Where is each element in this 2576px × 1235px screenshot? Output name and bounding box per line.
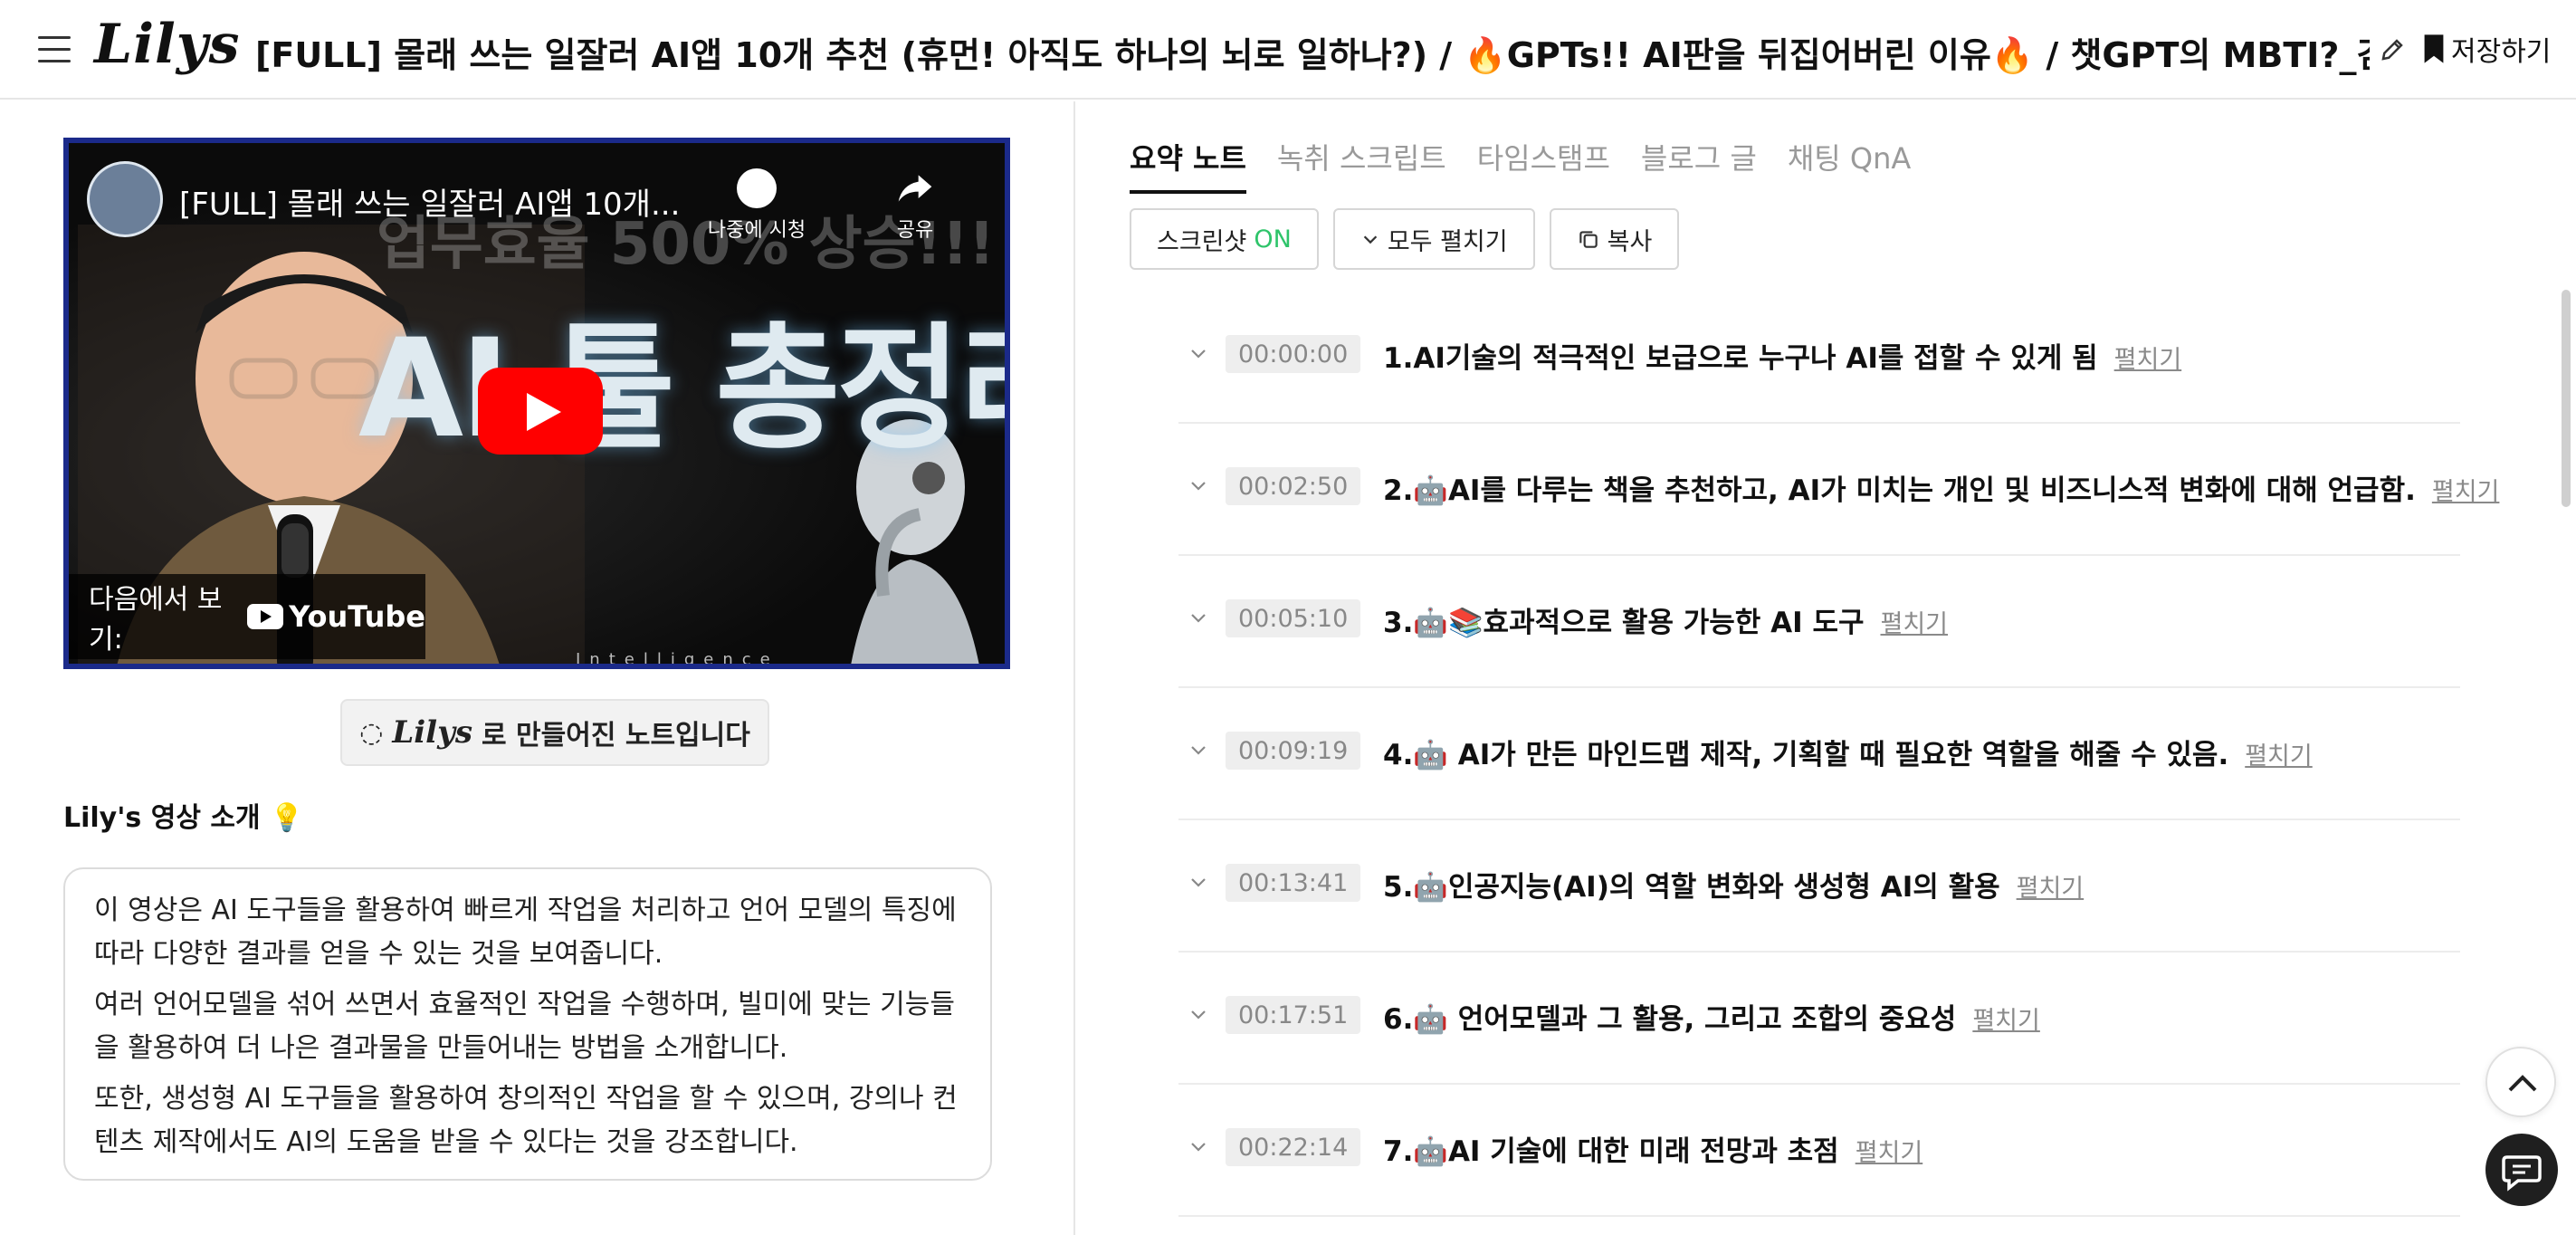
- intro-paragraph: 또한, 생성형 AI 도구들을 활용하여 창의적인 작업을 할 수 있으며, 강…: [94, 1083, 958, 1158]
- youtube-logo: YouTube: [247, 599, 425, 634]
- chat-button[interactable]: [2485, 1134, 2558, 1206]
- section-title-text: 3.🤖📚효과적으로 활용 가능한 AI 도구: [1383, 607, 1865, 639]
- summary-section[interactable]: 00:22:14 7.🤖AI 기술에 대한 미래 전망과 초점 펼치기: [1178, 1085, 2460, 1217]
- bookmark-icon: [2424, 34, 2444, 63]
- intro-box: 이 영상은 AI 도구들을 활용하여 빠르게 작업을 처리하고 언어 모델의 특…: [63, 867, 992, 1181]
- summary-section[interactable]: 00:17:51 6.🤖 언어모델과 그 활용, 그리고 조합의 중요성 펼치기: [1178, 953, 2460, 1085]
- section-title: 1.AI기술의 적극적인 보급으로 누구나 AI를 접할 수 있게 됨 펼치기: [1383, 335, 2181, 376]
- watch-on-youtube[interactable]: 다음에서 보기: YouTube: [69, 574, 425, 659]
- section-timestamp[interactable]: 00:22:14: [1226, 1128, 1361, 1166]
- watch-later-label: 나중에 시청: [707, 219, 806, 242]
- summary-section[interactable]: 00:05:10 3.🤖📚효과적으로 활용 가능한 AI 도구 펼치기: [1178, 556, 2460, 688]
- panel-divider: [1073, 101, 1075, 1235]
- tab-chat-qna[interactable]: 채팅 QnA: [1788, 136, 1911, 194]
- youtube-play-icon: [247, 604, 284, 629]
- chevron-down-icon[interactable]: [1188, 1135, 1209, 1157]
- chevron-down-icon[interactable]: [1188, 342, 1209, 364]
- badge-text: 로 만들어진 노트입니다: [481, 720, 750, 752]
- copy-label: 복사: [1607, 227, 1653, 256]
- video-title[interactable]: [FULL] 몰래 쓰는 일잘러 AI앱 10개...: [179, 179, 680, 224]
- section-expand-link[interactable]: 펼치기: [1972, 1007, 2040, 1035]
- tab-transcript[interactable]: 녹취 스크립트: [1277, 136, 1446, 194]
- section-expand-link[interactable]: 펼치기: [2017, 875, 2085, 903]
- chat-icon: [2502, 1155, 2542, 1192]
- made-with-lilys-badge[interactable]: ◌ Lilys 로 만들어진 노트입니다: [340, 699, 769, 766]
- section-title-text: 7.🤖AI 기술에 대한 미래 전망과 초점: [1383, 1135, 1839, 1168]
- note-tabs: 요약 노트 녹취 스크립트 타임스탬프 블로그 글 채팅 QnA: [1130, 136, 1942, 194]
- youtube-player[interactable]: 업무효율 500% 상승!!! AI 툴 총정리 Intelligence [F…: [63, 138, 1010, 669]
- chevron-down-icon: [1363, 235, 1378, 244]
- watch-on-label: 다음에서 보기:: [89, 584, 223, 656]
- chevron-down-icon[interactable]: [1188, 739, 1209, 761]
- chevron-down-icon[interactable]: [1188, 607, 1209, 628]
- chevron-down-icon[interactable]: [1188, 1003, 1209, 1025]
- watch-later-button[interactable]: 나중에 시청: [702, 168, 811, 243]
- section-title-text: 6.🤖 언어모델과 그 활용, 그리고 조합의 중요성: [1383, 1003, 1957, 1036]
- section-title-text: 5.🤖인공지능(AI)의 역할 변화와 생성형 AI의 활용: [1383, 871, 2000, 904]
- chevron-down-icon[interactable]: [1188, 474, 1209, 496]
- section-title: 2.🤖AI를 다루는 책을 추천하고, AI가 미치는 개인 및 비즈니스적 변…: [1383, 467, 2499, 508]
- screenshot-state: ON: [1254, 225, 1292, 254]
- intro-paragraph: 여러 언어모델을 섞어 쓰면서 효율적인 작업을 수행하며, 빌미에 맞는 기능…: [94, 989, 955, 1064]
- summary-section[interactable]: 00:00:00 1.AI기술의 적극적인 보급으로 누구나 AI를 접할 수 있…: [1178, 292, 2460, 424]
- summary-section[interactable]: 00:13:41 5.🤖인공지능(AI)의 역할 변화와 생성형 AI의 활용 펼치…: [1178, 820, 2460, 953]
- top-header: Lilys [FULL] 몰래 쓰는 일잘러 AI앱 10개 추천 (휴먼! 아…: [0, 0, 2576, 100]
- intro-heading: Lily's 영상 소개 💡: [63, 802, 304, 834]
- clock-icon: [737, 168, 777, 208]
- scroll-top-button[interactable]: [2485, 1047, 2556, 1117]
- badge-check-icon: ◌: [359, 716, 384, 749]
- tab-summary[interactable]: 요약 노트: [1130, 136, 1246, 194]
- note-toolbar: 스크린샷 ON 모두 펼치기 복사: [1130, 208, 1680, 270]
- channel-avatar[interactable]: [87, 161, 163, 237]
- section-timestamp[interactable]: 00:00:00: [1226, 335, 1361, 373]
- thumbnail-main-text: AI 툴 총정리: [358, 311, 1010, 468]
- screenshot-toggle[interactable]: 스크린샷 ON: [1130, 208, 1319, 270]
- share-label: 공유: [896, 219, 934, 242]
- copy-button[interactable]: 복사: [1549, 208, 1680, 270]
- section-timestamp[interactable]: 00:17:51: [1226, 996, 1361, 1034]
- section-expand-link[interactable]: 펼치기: [2114, 346, 2182, 374]
- section-expand-link[interactable]: 펼치기: [2245, 742, 2313, 771]
- section-title-text: 4.🤖 AI가 만든 마인드맵 제작, 기획할 때 필요한 역할을 해줄 수 있…: [1383, 739, 2229, 771]
- expand-all-label: 모두 펼치기: [1387, 227, 1508, 256]
- tab-blog[interactable]: 블로그 글: [1641, 136, 1757, 194]
- section-timestamp[interactable]: 00:09:19: [1226, 732, 1361, 770]
- chevron-up-icon: [2508, 1075, 2537, 1092]
- summary-section[interactable]: 00:09:19 4.🤖 AI가 만든 마인드맵 제작, 기획할 때 필요한 역할…: [1178, 688, 2460, 820]
- section-title: 6.🤖 언어모델과 그 활용, 그리고 조합의 중요성 펼치기: [1383, 996, 2040, 1037]
- scrollbar[interactable]: [2562, 290, 2571, 507]
- copy-icon: [1579, 231, 1598, 248]
- save-label: 저장하기: [2451, 36, 2552, 68]
- section-expand-link[interactable]: 펼치기: [1880, 610, 1948, 638]
- section-timestamp[interactable]: 00:02:50: [1226, 467, 1361, 505]
- section-title: 4.🤖 AI가 만든 마인드맵 제작, 기획할 때 필요한 역할을 해줄 수 있…: [1383, 732, 2313, 772]
- share-icon: [898, 175, 932, 202]
- chevron-down-icon[interactable]: [1188, 871, 1209, 893]
- section-title: 7.🤖AI 기술에 대한 미래 전망과 초점 펼치기: [1383, 1128, 1922, 1169]
- menu-icon[interactable]: [38, 36, 71, 63]
- left-panel: 업무효율 500% 상승!!! AI 툴 총정리 Intelligence [F…: [0, 101, 1073, 1235]
- section-title-text: 2.🤖AI를 다루는 책을 추천하고, AI가 미치는 개인 및 비즈니스적 변…: [1383, 474, 2416, 507]
- share-button[interactable]: 공유: [874, 168, 956, 243]
- section-expand-link[interactable]: 펼치기: [2432, 478, 2500, 506]
- thumbnail-caption: Intelligence: [576, 650, 779, 669]
- save-button[interactable]: 저장하기: [2422, 29, 2551, 69]
- tab-timestamp[interactable]: 타임스탬프: [1477, 136, 1610, 194]
- page-title: [FULL] 몰래 쓰는 일잘러 AI앱 10개 추천 (휴먼! 아직도 하나의…: [255, 35, 2370, 75]
- youtube-wordmark: YouTube: [289, 599, 425, 634]
- section-timestamp[interactable]: 00:13:41: [1226, 864, 1361, 902]
- section-title-text: 1.AI기술의 적극적인 보급으로 누구나 AI를 접할 수 있게 됨: [1383, 342, 2098, 375]
- section-expand-link[interactable]: 펼치기: [1856, 1139, 1923, 1167]
- play-icon[interactable]: [478, 368, 603, 455]
- section-title: 3.🤖📚효과적으로 활용 가능한 AI 도구 펼치기: [1383, 599, 1948, 640]
- intro-paragraph: 이 영상은 AI 도구들을 활용하여 빠르게 작업을 처리하고 언어 모델의 특…: [94, 895, 957, 970]
- section-timestamp[interactable]: 00:05:10: [1226, 599, 1361, 637]
- expand-all-button[interactable]: 모두 펼치기: [1332, 208, 1535, 270]
- badge-brand: Lilys: [392, 714, 472, 751]
- section-title: 5.🤖인공지능(AI)의 역할 변화와 생성형 AI의 활용 펼치기: [1383, 864, 2084, 905]
- lilys-logo[interactable]: Lilys: [94, 13, 240, 76]
- summary-section[interactable]: 00:02:50 2.🤖AI를 다루는 책을 추천하고, AI가 미치는 개인 및…: [1178, 424, 2499, 556]
- screenshot-label: 스크린샷: [1157, 227, 1247, 256]
- pencil-icon[interactable]: [2379, 34, 2406, 65]
